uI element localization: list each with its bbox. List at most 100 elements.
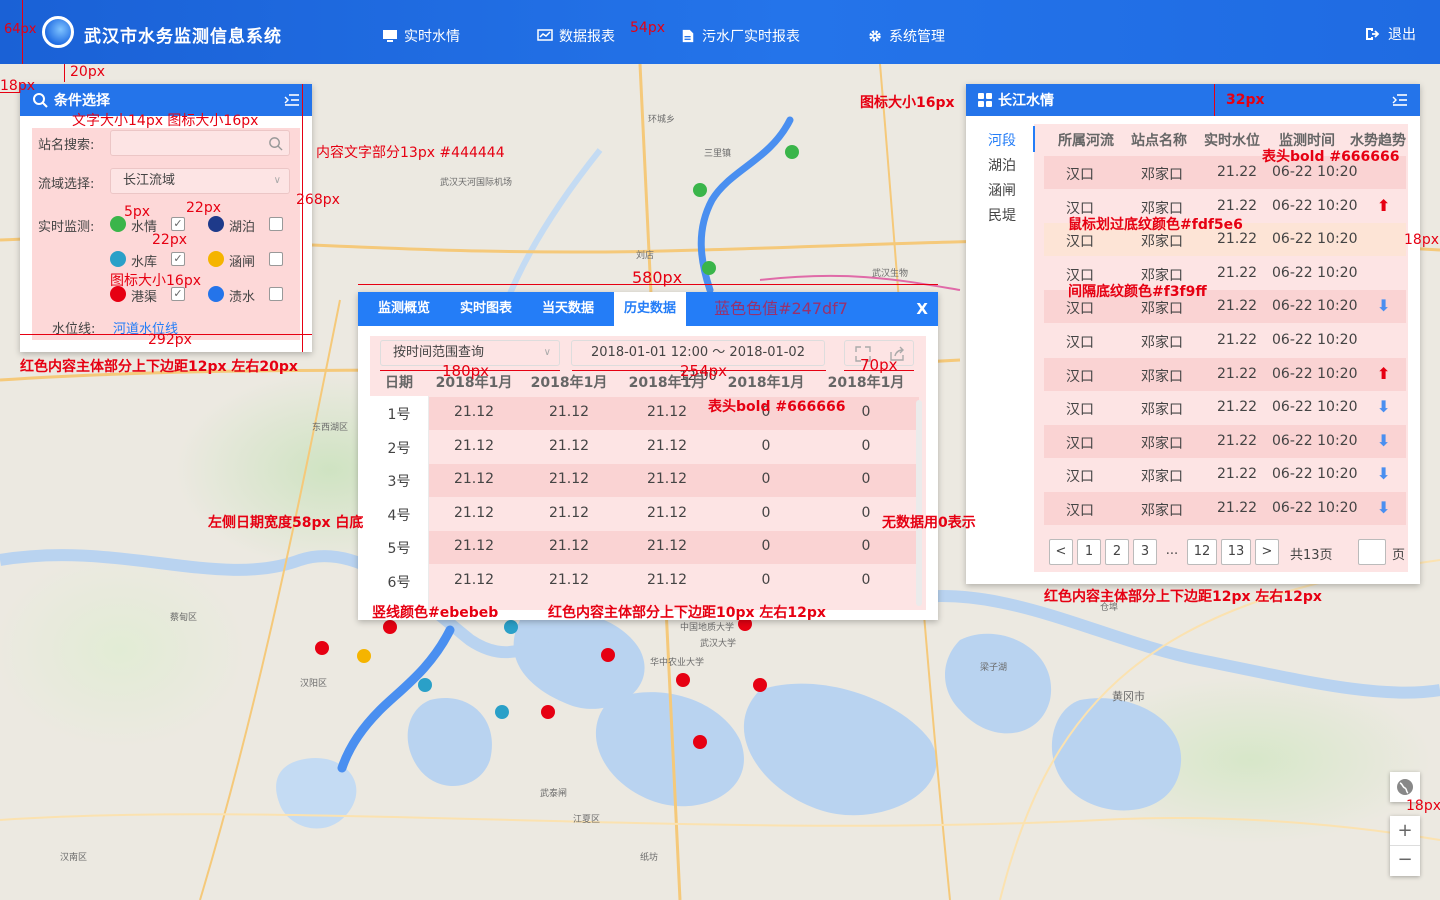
value-cell: 21.12 [453,571,495,588]
page-jump-input[interactable] [1358,539,1386,565]
page-button[interactable]: 13 [1221,539,1251,565]
value-cell: 0 [761,504,771,521]
date-cell: 4号 [387,507,411,524]
nav-system-admin[interactable]: 系统管理 [867,26,945,46]
next-page-button[interactable]: > [1255,539,1279,565]
close-button[interactable]: X [916,300,928,318]
nav-realtime-water[interactable]: 实时水情 [382,26,460,46]
table-row[interactable]: 汉口 邓家口 21.22 06-22 10:20 ⬆ [1044,357,1406,391]
value-cell: 21.12 [548,538,590,554]
annotation: 70px [860,356,898,374]
tab-sluice[interactable]: 涵闸 [988,180,1016,200]
nav-sewage-report[interactable]: 污水厂实时报表 [680,26,800,46]
date-cell: 5号 [387,541,411,557]
cell-station: 邓家口 [1141,301,1183,318]
col-date: 日期 [385,375,413,391]
zoom-control: + − [1390,816,1420,876]
nav-data-report[interactable]: 数据报表 [537,26,615,46]
monitor-icon [383,30,397,42]
chevron-down-icon: ∨ [543,347,551,358]
arrow-down-icon: ⬇ [1377,464,1391,484]
monitor-label: 实时监测: [38,220,95,235]
page-button[interactable]: 2 [1105,539,1129,565]
map-label: 梁子湖 [980,663,1008,673]
cell-river: 汉口 [1066,469,1094,486]
table-row[interactable]: 汉口 邓家口 21.22 06-22 10:20 ⬇ [1044,391,1406,424]
value-cell: 21.12 [646,571,688,588]
zoom-out-button[interactable]: − [1390,846,1420,876]
map-label: 武汉天河国际机场 [440,178,513,188]
cell-time: 06-22 10:20 [1272,197,1358,214]
river-panel-header: 长江水情 [966,84,1420,116]
page-button[interactable]: 1 [1077,539,1101,565]
tab-realtime-chart[interactable]: 实时图表 [450,292,522,326]
cell-level: 21.22 [1217,197,1258,214]
tab-dike[interactable]: 民堤 [988,205,1016,225]
table-row[interactable]: 汉口 邓家口 21.22 06-22 10:20 ⬇ [1044,424,1406,458]
collapse-icon[interactable] [284,93,300,107]
station-search-input[interactable] [110,130,290,156]
monitor-checkbox-water[interactable]: ✓ [171,217,185,231]
value-cell: 21.12 [548,404,590,420]
page-button[interactable]: 12 [1187,539,1217,565]
tab-today-data[interactable]: 当天数据 [532,292,604,326]
value-cell: 21.12 [453,471,495,487]
table-row[interactable]: 汉口 邓家口 21.22 06-22 10:20 ⬇ [1044,458,1406,491]
col-month: 2018年1月 [530,375,608,391]
cell-river: 汉口 [1066,368,1094,385]
search-label: 站名搜索: [38,138,95,153]
annotation: 表头bold #666666 [1262,149,1400,165]
basin-select[interactable]: 长江流域 ∨ [110,168,290,194]
date-cell: 6号 [387,574,411,591]
monitor-item-label: 水库 [131,255,158,270]
map-label: 纸坊 [640,853,659,863]
zoom-in-button[interactable]: + [1390,816,1420,846]
annotation-line [1214,84,1215,116]
logout-label: 退出 [1388,27,1416,43]
value-cell: 21.12 [646,471,688,487]
value-cell: 0 [761,437,771,454]
tab-history-data[interactable]: 历史数据 [614,292,687,326]
annotation: 18px [1406,798,1440,814]
value-cell: 21.12 [548,471,590,487]
monitor-checkbox-sluice[interactable] [269,252,283,266]
map-label: 汉阳区 [300,679,328,689]
annotation: 左侧日期宽度58px 白底 [208,515,364,531]
cell-time: 06-22 10:20 [1272,164,1358,180]
cell-level: 21.22 [1217,432,1258,449]
nav-label: 污水厂实时报表 [702,29,800,45]
arrow-down-icon: ⬇ [1377,397,1391,417]
search-icon[interactable] [268,136,283,151]
table-scrollbar[interactable] [916,400,922,606]
monitor-checkbox-waterlogging[interactable] [269,287,283,301]
arrow-down-icon: ⬇ [1377,498,1391,517]
monitor-checkbox-lake[interactable] [269,217,283,231]
annotation: 内容文字部分13px #444444 [316,145,505,161]
basin-value: 长江流域 [123,173,176,188]
map-label: 江夏区 [573,815,601,825]
annotation: 5px [124,204,151,220]
cell-station: 邓家口 [1141,469,1183,486]
col-level: 实时水位 [1204,133,1260,149]
monitor-item-label: 涵闸 [229,255,256,270]
tab-overview[interactable]: 监测概览 [368,292,440,326]
chart-icon [537,29,553,41]
annotation-line [302,84,303,352]
collapse-icon[interactable] [1392,93,1408,107]
tab-lake[interactable]: 湖泊 [988,155,1016,175]
table-row[interactable]: 汉口 邓家口 21.22 06-22 10:20 [1044,324,1406,357]
page-button[interactable]: 3 [1133,539,1157,565]
page-suffix: 页 [1392,548,1406,563]
annotation: 20px [70,64,105,80]
logout-button[interactable]: 退出 [1364,24,1416,44]
annotation: 无数据用0表示 [882,515,976,531]
annotation: 180px [442,362,490,380]
annotation: 红色内容主体部分上下边距12px 左右12px [1044,589,1322,605]
value-cell: 21.12 [453,504,495,521]
prev-page-button[interactable]: < [1049,539,1073,565]
monitor-checkbox-reservoir[interactable]: ✓ [171,252,185,266]
table-row[interactable]: 汉口 邓家口 21.22 06-22 10:20 ⬇ [1044,492,1406,525]
cell-time: 06-22 10:20 [1272,298,1358,315]
cell-river: 汉口 [1066,335,1094,351]
tab-river-section[interactable]: 河段 [988,130,1016,150]
